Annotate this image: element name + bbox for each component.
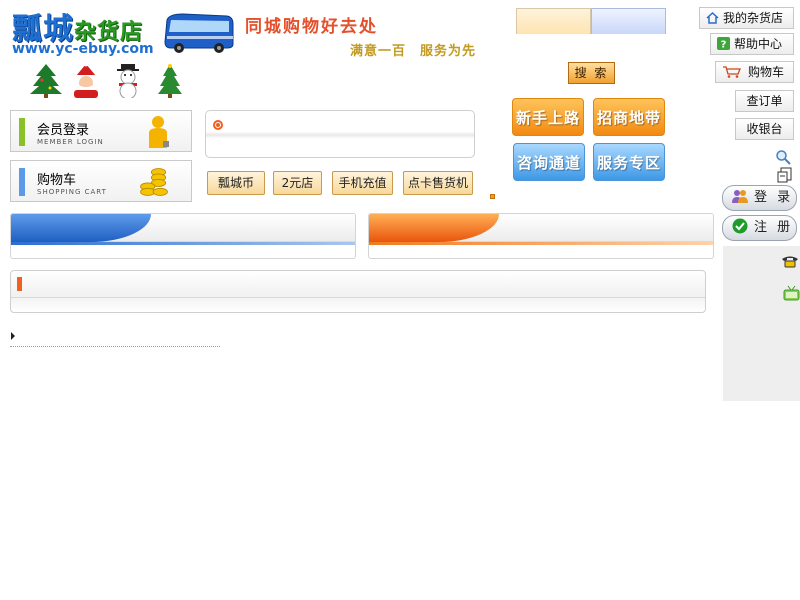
shopping-cart-box[interactable]: 购物车 SHOPPING CART [10,160,192,202]
my-store-button[interactable]: 我的杂货店 [699,7,794,29]
content-panel-blue [10,213,356,259]
christmas-tree-icon [158,64,182,98]
wide-panel [10,270,706,313]
quick-link-mobile-recharge[interactable]: 手机充值 [332,171,393,195]
panel-divider [11,297,705,298]
logo-url: www.yc-ebuy.com [12,41,154,57]
users-icon [732,190,748,203]
help-center-label: 帮助中心 [734,37,783,51]
accent-bar [19,118,25,146]
merchant-zone-button[interactable]: 招商地带 [593,98,665,136]
order-lookup-button[interactable]: 查订单 [735,90,794,112]
login-label: 登 录 [754,190,794,205]
member-login-box[interactable]: 会员登录 MEMBER LOGIN [10,110,192,152]
home-icon [706,11,719,24]
checkout-button[interactable]: 收银台 [735,118,794,140]
newbie-guide-button[interactable]: 新手上路 [512,98,584,136]
christmas-tree-icon [30,64,62,98]
notice-bullet-icon [213,120,223,130]
quick-link-2yuan-store[interactable]: 2元店 [273,171,322,195]
slogan-sub: 满意一百 服务为先 [350,44,477,59]
shopping-cart-title: 购物车 [37,173,77,188]
member-login-title: 会员登录 [37,123,90,138]
search-tab-1[interactable] [516,8,591,34]
search-tab-2[interactable] [591,8,666,34]
register-button[interactable]: 注 册 [722,215,797,241]
bullet-icon [490,194,495,199]
login-button[interactable]: 登 录 [722,185,797,211]
cart-button[interactable]: 购物车 [715,61,794,83]
panel-accent-bar [17,277,22,291]
shopping-cart-subtitle: SHOPPING CART [37,188,107,196]
santa-icon [74,62,98,98]
user-icon [149,116,169,148]
member-login-subtitle: MEMBER LOGIN [37,138,104,146]
arrow-right-icon [11,332,15,340]
phone-icon[interactable] [781,254,799,268]
my-store-label: 我的杂货店 [723,11,784,25]
cart-label: 购物车 [748,65,785,79]
dotted-divider [10,346,220,347]
cart-icon [723,66,741,78]
tv-icon[interactable] [783,285,800,301]
document-icon[interactable] [777,167,793,183]
help-icon: ? [717,37,730,50]
side-panel [723,246,800,401]
panel-divider [369,242,713,245]
notice-panel [205,110,475,158]
snowman-icon [117,64,139,98]
panel-divider [11,242,355,245]
coins-icon [140,168,168,196]
register-label: 注 册 [754,220,794,235]
bus-icon [164,13,234,53]
slogan-main: 同城购物好去处 [245,17,378,37]
quick-link-card-vending[interactable]: 点卡售货机 [403,171,473,195]
checkmark-icon [732,218,748,234]
content-panel-orange [368,213,714,259]
service-zone-button[interactable]: 服务专区 [593,143,665,181]
accent-bar [19,168,25,196]
help-center-button[interactable]: ? 帮助中心 [710,33,794,55]
quick-link-coins[interactable]: 瓢城币 [207,171,265,195]
magnifier-icon[interactable] [775,149,791,165]
search-button[interactable]: 搜 索 [568,62,615,84]
consult-channel-button[interactable]: 咨询通道 [513,143,585,181]
svg-text:?: ? [721,40,727,51]
